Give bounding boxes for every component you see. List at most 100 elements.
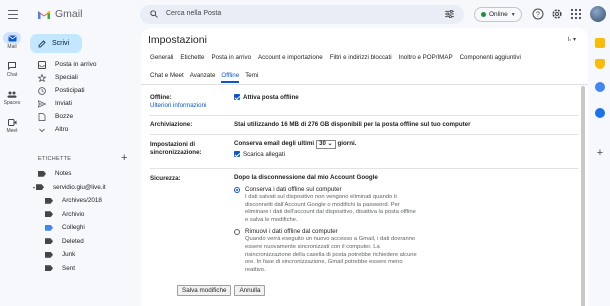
rail-item-spaces[interactable]: Spaces — [0, 88, 24, 106]
gear-icon[interactable] — [551, 8, 563, 20]
label-item[interactable]: Sent — [30, 262, 138, 276]
label-item[interactable]: Archivio — [30, 208, 138, 222]
sync-row: Impostazioni di sincronizzazione: Conser… — [150, 135, 578, 169]
compose-button[interactable]: Scrivi — [30, 34, 82, 53]
settings-tabs-row2: Chat e Meet Avanzate Offline Temi — [150, 72, 258, 83]
draft-icon — [38, 112, 46, 121]
status-selector[interactable]: Online ▼ — [474, 7, 522, 22]
remove-data-option[interactable]: Rimuovi i dati offline dal computer Quan… — [234, 228, 578, 274]
rail-item-mail[interactable]: Mail — [0, 32, 24, 50]
help-icon[interactable]: ? — [532, 8, 544, 20]
tab-accounts[interactable]: Account e importazione — [258, 54, 323, 61]
enable-offline-checkbox[interactable] — [234, 94, 240, 100]
search-icon[interactable] — [150, 10, 158, 18]
label-icon — [45, 265, 53, 272]
tab-inbox[interactable]: Posta in arrivo — [211, 54, 251, 61]
rail-item-chat[interactable]: Chat — [0, 60, 24, 78]
chevron-down-icon — [39, 128, 45, 132]
expand-caret-icon[interactable]: ▾ — [33, 185, 35, 190]
cancel-button[interactable]: Annulla — [234, 285, 266, 296]
apps-grid-icon[interactable] — [570, 8, 582, 20]
input-tools-selector[interactable]: Iₜ ▾ — [568, 36, 576, 43]
label-item[interactable]: Deleted — [30, 235, 138, 249]
top-bar: Gmail Cerca nella Posta Online ▼ ? — [0, 0, 610, 30]
tasks-icon[interactable] — [595, 82, 605, 92]
sidebar-item-inbox[interactable]: Posta in arrivo — [30, 58, 138, 71]
remove-data-radio[interactable] — [234, 229, 240, 236]
gmail-logo[interactable]: Gmail — [37, 8, 82, 20]
status-label: Online — [489, 11, 508, 18]
keep-data-title: Conserva i dati offline sul computer — [245, 186, 342, 193]
form-buttons: Salva modifiche Annulla — [177, 285, 266, 296]
calendar-icon[interactable] — [595, 38, 605, 48]
download-attachments-checkbox[interactable] — [234, 151, 240, 157]
label-name: Sent — [62, 264, 75, 272]
label-icon — [38, 170, 46, 177]
add-label-icon[interactable]: + — [121, 152, 127, 164]
days-value: 30 — [319, 141, 326, 147]
sidebar-item-starred[interactable]: Speciali — [30, 71, 138, 84]
label-icon — [45, 251, 53, 258]
keep-data-option[interactable]: Conserva i dati offline sul computer I d… — [234, 186, 578, 224]
label-icon — [45, 224, 53, 231]
label-item[interactable]: Archives/2018 — [30, 194, 138, 208]
days-select[interactable]: 30 ⌄ — [316, 140, 336, 149]
sync-prefix: Conserva email degli ultimi — [234, 140, 315, 147]
offline-settings: Offline: Ulteriori informazioni Attiva p… — [150, 90, 578, 291]
account-avatar[interactable] — [590, 6, 606, 22]
tab-filters[interactable]: Filtri e indirizzi bloccati — [330, 54, 392, 61]
remove-data-desc: Quando verrà eseguito un nuovo accesso a… — [245, 236, 417, 273]
contacts-icon[interactable] — [595, 108, 605, 118]
tabs-divider — [141, 84, 588, 85]
rail-label: Meet — [6, 128, 18, 134]
sync-value: Conserva email degli ultimi 30 ⌄ giorni. S… — [234, 135, 578, 163]
tab-advanced[interactable]: Avanzate — [190, 72, 216, 79]
keep-data-radio[interactable] — [234, 187, 240, 193]
tab-offline[interactable]: Offline — [221, 72, 239, 83]
label-item[interactable]: Junk — [30, 248, 138, 262]
remove-data-text: Rimuovi i dati offline dal computer Quan… — [245, 228, 420, 274]
label-name: Archives/2018 — [62, 197, 102, 205]
search-input[interactable]: Cerca nella Posta — [166, 10, 221, 17]
tab-chat-meet[interactable]: Chat e Meet — [150, 72, 184, 79]
sidebar-item-label: Altro — [55, 126, 69, 133]
settings-tabs: Generali Etichette Posta in arrivo Accou… — [150, 54, 521, 61]
sidebar-nav: Posta in arrivo Speciali Posticipati Inv… — [30, 58, 138, 136]
sidebar-item-label: Posticipati — [55, 87, 85, 94]
sidebar-item-sent[interactable]: Inviati — [30, 97, 138, 110]
label-icon — [45, 211, 53, 218]
spaces-icon — [3, 88, 21, 100]
star-icon — [38, 73, 46, 82]
rail-item-meet[interactable]: Meet — [0, 116, 24, 134]
rail-label: Mail — [7, 44, 17, 50]
tab-themes[interactable]: Temi — [245, 72, 258, 79]
label-item[interactable]: ▾ servidio.giu@live.it — [30, 181, 138, 195]
keep-icon[interactable] — [595, 59, 605, 69]
add-app-icon[interactable]: + — [595, 148, 605, 159]
enable-offline-label: Attiva posta offline — [243, 94, 299, 101]
security-heading: Dopo la disconnessione dal mio Account G… — [234, 174, 378, 181]
label-item[interactable]: Notes — [30, 167, 138, 181]
mail-icon — [3, 32, 21, 44]
tab-addons[interactable]: Componenti aggiuntivi — [460, 54, 521, 61]
save-button[interactable]: Salva modifiche — [177, 285, 232, 296]
sidebar-item-more[interactable]: Altro — [30, 123, 138, 136]
compose-label: Scrivi — [52, 40, 70, 47]
sidebar-item-drafts[interactable]: Bozze — [30, 110, 138, 123]
page-title: Impostazioni — [148, 34, 207, 46]
search-options-icon[interactable] — [445, 10, 454, 18]
tab-forwarding[interactable]: Inoltro e POP/IMAP — [399, 54, 453, 61]
scrollbar[interactable] — [581, 86, 585, 306]
search-bar[interactable]: Cerca nella Posta — [140, 5, 464, 24]
sync-label: Impostazioni di sincronizzazione: — [150, 141, 202, 156]
learn-more-link[interactable]: Ulteriori informazioni — [150, 102, 232, 110]
sidebar-item-snoozed[interactable]: Posticipati — [30, 84, 138, 97]
meet-icon — [3, 116, 21, 128]
settings-panel: Impostazioni Iₜ ▾ Generali Etichette Pos… — [141, 28, 588, 306]
tab-general[interactable]: Generali — [150, 54, 173, 61]
tab-labels[interactable]: Etichette — [180, 54, 204, 61]
label-item[interactable]: Colleghi — [30, 221, 138, 235]
keep-data-text: Conserva i dati offline sul computer I d… — [245, 186, 420, 224]
main-menu-icon[interactable] — [8, 10, 18, 19]
chat-icon — [3, 60, 21, 72]
